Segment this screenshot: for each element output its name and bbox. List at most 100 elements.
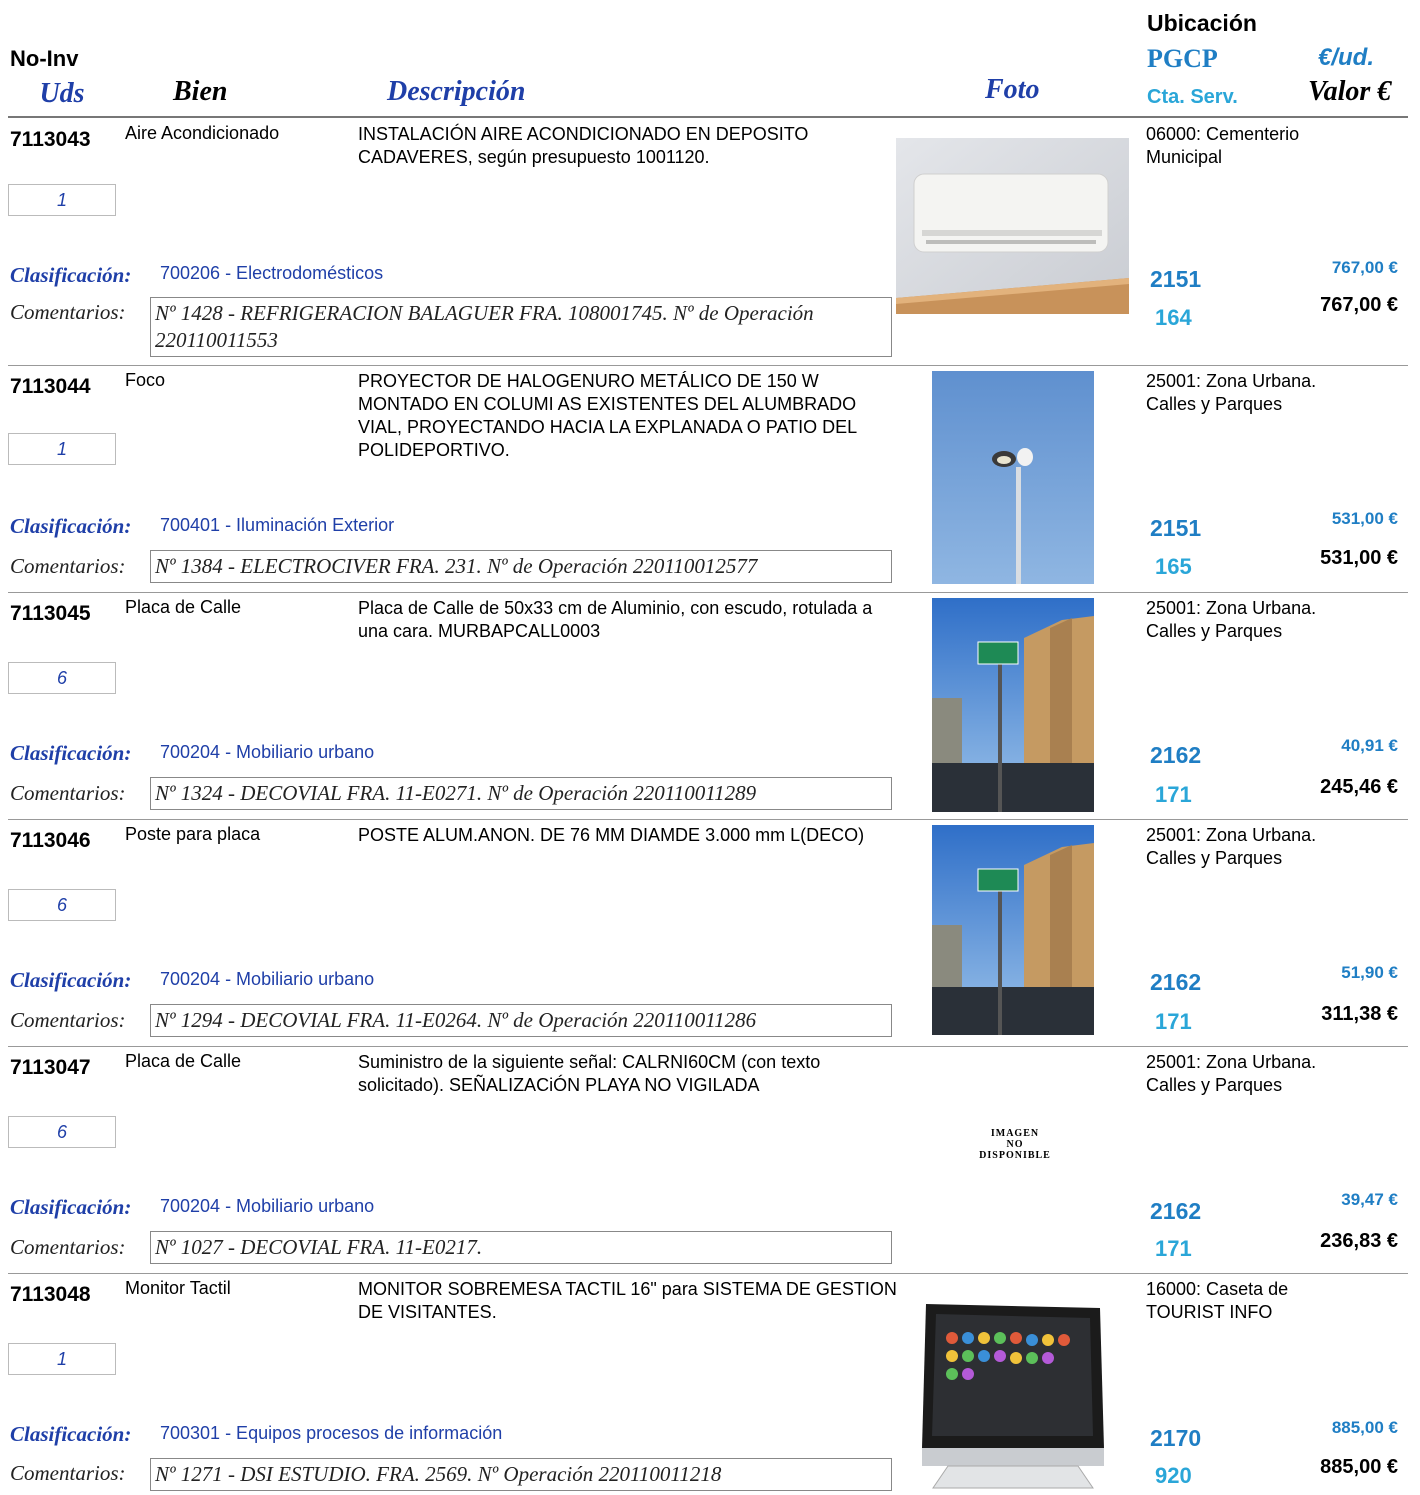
item-bien: Placa de Calle xyxy=(125,1051,242,1071)
item-descripcion: MONITOR SOBREMESA TACTIL 16" para SISTEM… xyxy=(358,1279,897,1322)
item-cta-serv: 165 xyxy=(1155,554,1192,579)
clasificacion-label: Clasificación: xyxy=(10,741,132,765)
item-descripcion: Placa de Calle de 50x33 cm de Aluminio, … xyxy=(358,598,873,641)
item-pgcp: 2151 xyxy=(1150,515,1202,541)
item-descripcion: Suministro de la siguiente señal: CALRNI… xyxy=(358,1052,821,1095)
inventory-item: 7113043 Aire Acondicionado INSTALACIÓN A… xyxy=(0,118,1420,364)
item-bien: Aire Acondicionado xyxy=(125,123,280,143)
comentarios-label: Comentarios: xyxy=(10,781,126,805)
item-clasificacion: 700401 - Iluminación Exterior xyxy=(160,515,395,535)
item-eur-ud: 40,91 € xyxy=(1341,736,1398,755)
touch-monitor-photo xyxy=(918,1298,1108,1490)
item-no-inv: 7113047 xyxy=(10,1056,91,1079)
item-no-inv: 7113046 xyxy=(10,829,91,852)
item-ubicacion: 06000: Cementerio Municipal xyxy=(1146,124,1300,167)
item-eur-ud: 531,00 € xyxy=(1331,509,1398,528)
item-valor: 236,83 € xyxy=(1320,1230,1398,1252)
item-valor: 531,00 € xyxy=(1320,547,1398,569)
item-uds: 6 xyxy=(8,889,116,921)
item-bien: Monitor Tactil xyxy=(125,1278,231,1298)
item-comentarios: Nº 1324 - DECOVIAL FRA. 11-E0271. Nº de … xyxy=(150,777,892,810)
item-comentarios: Nº 1271 - DSI ESTUDIO. FRA. 2569. Nº Ope… xyxy=(150,1458,892,1491)
comentarios-label: Comentarios: xyxy=(10,1235,126,1259)
header-uds: Uds xyxy=(39,78,85,109)
item-clasificacion: 700301 - Equipos procesos de información xyxy=(160,1423,503,1443)
item-descripcion: POSTE ALUM.ANON. DE 76 MM DIAMDE 3.000 m… xyxy=(358,825,865,845)
item-cta-serv: 171 xyxy=(1155,1009,1192,1034)
header-ubicacion: Ubicación xyxy=(1147,10,1257,36)
clasificacion-label: Clasificación: xyxy=(10,1422,132,1446)
item-clasificacion: 700204 - Mobiliario urbano xyxy=(160,969,375,989)
item-uds: 6 xyxy=(8,662,116,694)
item-pgcp: 2162 xyxy=(1150,1198,1202,1224)
comentarios-label: Comentarios: xyxy=(10,554,126,578)
item-bien: Poste para placa xyxy=(125,824,261,844)
item-uds: 6 xyxy=(8,1116,116,1148)
item-clasificacion: 700204 - Mobiliario urbano xyxy=(160,742,375,762)
item-ubicacion: 25001: Zona Urbana. Calles y Parques xyxy=(1146,1052,1317,1095)
inventory-item: 7113046 Poste para placa POSTE ALUM.ANON… xyxy=(0,819,1420,1041)
item-uds: 1 xyxy=(8,433,116,465)
inventory-item: 7113047 Placa de Calle Suministro de la … xyxy=(0,1046,1420,1268)
item-no-inv: 7113043 xyxy=(10,128,91,151)
item-no-inv: 7113044 xyxy=(10,375,91,398)
header-no-inv: No-Inv xyxy=(10,46,79,71)
item-pgcp: 2170 xyxy=(1150,1425,1202,1451)
inventory-item: 7113048 Monitor Tactil MONITOR SOBREMESA… xyxy=(0,1273,1420,1492)
item-clasificacion: 700204 - Mobiliario urbano xyxy=(160,1196,375,1216)
header-cta-serv: Cta. Serv. xyxy=(1147,86,1238,108)
clasificacion-label: Clasificación: xyxy=(10,263,132,287)
item-valor: 885,00 € xyxy=(1320,1456,1398,1478)
item-cta-serv: 171 xyxy=(1155,1236,1192,1261)
row-divider xyxy=(8,365,1408,366)
item-uds: 1 xyxy=(8,184,116,216)
street-light-photo xyxy=(932,371,1094,584)
item-ubicacion: 16000: Caseta de TOURIST INFO xyxy=(1146,1279,1289,1322)
item-pgcp: 2162 xyxy=(1150,969,1202,995)
comentarios-label: Comentarios: xyxy=(10,1008,126,1032)
item-descripcion: INSTALACIÓN AIRE ACONDICIONADO EN DEPOSI… xyxy=(358,124,809,167)
item-comentarios: Nº 1294 - DECOVIAL FRA. 11-E0264. Nº de … xyxy=(150,1004,892,1037)
row-divider xyxy=(8,1046,1408,1047)
item-valor: 245,46 € xyxy=(1320,776,1398,798)
item-comentarios: Nº 1027 - DECOVIAL FRA. 11-E0217. xyxy=(150,1231,892,1264)
item-comentarios: Nº 1384 - ELECTROCIVER FRA. 231. Nº de O… xyxy=(150,550,892,583)
header-valor: Valor € xyxy=(1308,76,1392,107)
item-eur-ud: 767,00 € xyxy=(1331,258,1398,277)
item-pgcp: 2151 xyxy=(1150,266,1202,292)
comentarios-label: Comentarios: xyxy=(10,1461,126,1485)
item-no-inv: 7113048 xyxy=(10,1283,91,1306)
header-eur-ud: €/ud. xyxy=(1318,44,1375,71)
item-cta-serv: 920 xyxy=(1155,1463,1192,1488)
item-eur-ud: 885,00 € xyxy=(1331,1418,1398,1437)
clasificacion-label: Clasificación: xyxy=(10,1195,132,1219)
row-divider xyxy=(8,1273,1408,1274)
header-bien: Bien xyxy=(173,76,228,107)
inventory-item: 7113044 Foco PROYECTOR DE HALOGENURO MET… xyxy=(0,365,1420,587)
item-bien: Placa de Calle xyxy=(125,597,242,617)
clasificacion-label: Clasificación: xyxy=(10,968,132,992)
item-bien: Foco xyxy=(125,370,166,390)
street-sign-photo xyxy=(932,598,1094,812)
clasificacion-label: Clasificación: xyxy=(10,514,132,538)
item-descripcion: PROYECTOR DE HALOGENURO METÁLICO DE 150 … xyxy=(358,371,857,460)
item-cta-serv: 171 xyxy=(1155,782,1192,807)
header-descripcion: Descripción xyxy=(387,76,526,107)
item-ubicacion: 25001: Zona Urbana. Calles y Parques xyxy=(1146,825,1317,868)
item-valor: 767,00 € xyxy=(1320,294,1398,316)
item-ubicacion: 25001: Zona Urbana. Calles y Parques xyxy=(1146,371,1317,414)
item-cta-serv: 164 xyxy=(1155,305,1192,330)
item-eur-ud: 51,90 € xyxy=(1341,963,1398,982)
item-valor: 311,38 € xyxy=(1321,1003,1398,1025)
no-image-placeholder: IMAGEN NO DISPONIBLE xyxy=(979,1128,1051,1161)
item-ubicacion: 25001: Zona Urbana. Calles y Parques xyxy=(1146,598,1317,641)
inventory-item: 7113045 Placa de Calle Placa de Calle de… xyxy=(0,592,1420,814)
item-comentarios: Nº 1428 - REFRIGERACION BALAGUER FRA. 10… xyxy=(150,297,892,357)
comentarios-label: Comentarios: xyxy=(10,300,126,324)
item-eur-ud: 39,47 € xyxy=(1341,1190,1398,1209)
item-uds: 1 xyxy=(8,1343,116,1375)
item-pgcp: 2162 xyxy=(1150,742,1202,768)
item-no-inv: 7113045 xyxy=(10,602,91,625)
header-foto: Foto xyxy=(985,74,1040,105)
sign-post-photo xyxy=(932,825,1094,1035)
